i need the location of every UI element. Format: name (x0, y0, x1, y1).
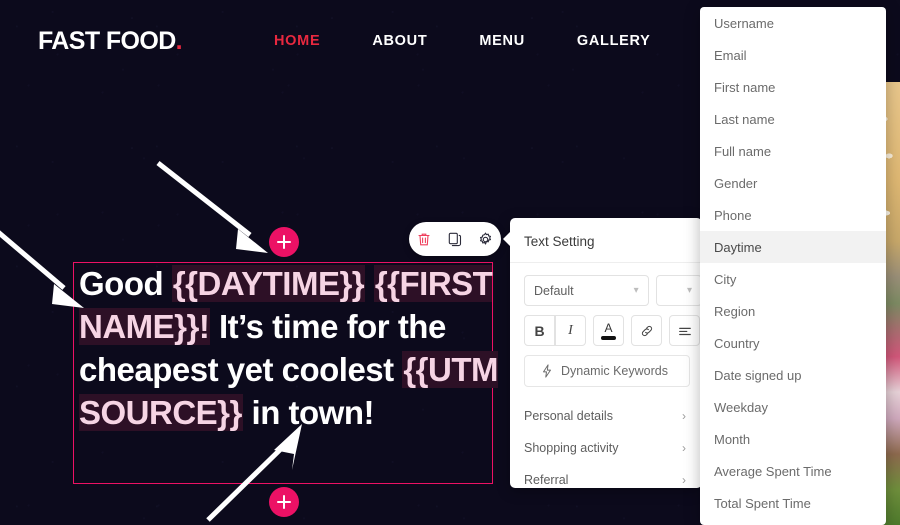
add-block-button-bottom[interactable] (269, 487, 299, 517)
nav-item-about[interactable]: ABOUT (372, 33, 427, 49)
text-setting-pointer (503, 231, 511, 247)
headline-text-run: in town! (242, 394, 375, 431)
selected-text-block[interactable]: Good {{DAYTIME}} {{FIRST NAME}}! It’s ti… (73, 262, 498, 484)
font-select-value: Default (534, 283, 574, 298)
delete-icon[interactable] (413, 228, 435, 250)
logo-text: FAST FOOD (38, 26, 176, 55)
keyword-menu-item[interactable]: Last name (700, 103, 886, 135)
add-block-button-top[interactable] (269, 227, 299, 257)
nav-item-gallery[interactable]: GALLERY (577, 33, 651, 49)
dynamic-keyword-token[interactable]: {{DAYTIME}} (171, 265, 366, 302)
keyword-menu-item[interactable]: Average Spent Time (700, 455, 886, 487)
keyword-menu-item[interactable]: Weekday (700, 391, 886, 423)
element-toolbar (409, 222, 501, 256)
website-preview-canvas: FAST FOOD. HOME ABOUT MENU GALLERY Good {{D… (0, 0, 900, 525)
site-logo[interactable]: FAST FOOD. (38, 26, 183, 56)
keyword-category-item[interactable]: Shopping activity › (524, 432, 702, 464)
text-color-button[interactable]: A (593, 315, 624, 346)
duplicate-icon[interactable] (444, 228, 466, 250)
keywords-flyout-menu: Username Email First name Last name Full nam… (700, 7, 886, 525)
font-size-select[interactable]: ▾ (655, 275, 702, 306)
pointer-arrow-top (156, 161, 268, 253)
italic-button[interactable]: I (555, 315, 586, 346)
chevron-down-icon: ▾ (686, 285, 692, 296)
dynamic-keywords-button[interactable]: Dynamic Keywords (524, 355, 690, 387)
nav-item-home[interactable]: HOME (274, 33, 320, 49)
keyword-menu-item[interactable]: Month (700, 423, 886, 455)
headline-text-run: Good (79, 265, 172, 302)
dynamic-keywords-label: Dynamic Keywords (561, 364, 668, 378)
link-button[interactable] (631, 315, 662, 346)
chevron-right-icon: › (682, 441, 686, 455)
keyword-menu-item[interactable]: Date signed up (700, 359, 886, 391)
lightning-bolt-icon (543, 364, 551, 378)
format-button-group: B I (524, 315, 586, 346)
keyword-menu-item[interactable]: Total Spent Time (700, 487, 886, 519)
keyword-menu-item[interactable]: Region (700, 295, 886, 327)
font-row: Default ▾ ▾ (524, 275, 702, 306)
keyword-category-list: Personal details › Shopping activity › Refer… (524, 400, 702, 488)
keyword-menu-item[interactable]: Phone (700, 199, 886, 231)
text-setting-title: Text Setting (510, 218, 702, 263)
settings-icon[interactable] (475, 228, 497, 250)
keyword-menu-item[interactable]: Full name (700, 135, 886, 167)
format-row: B I A (524, 315, 702, 346)
keyword-category-label: Referral (524, 473, 569, 487)
keyword-category-label: Shopping activity (524, 441, 619, 455)
headline-text[interactable]: Good {{DAYTIME}} {{FIRST NAME}}! It’s ti… (79, 262, 503, 434)
nav-item-menu[interactable]: MENU (479, 33, 525, 49)
keyword-menu-item[interactable]: Email (700, 39, 886, 71)
text-setting-panel: Text Setting Default ▾ ▾ B I A Dynamic K… (510, 218, 702, 488)
chevron-down-icon: ▾ (633, 285, 639, 296)
keyword-category-item[interactable]: Personal details › (524, 400, 702, 432)
site-nav: HOME ABOUT MENU GALLERY (274, 33, 703, 49)
keyword-menu-item[interactable]: Gender (700, 167, 886, 199)
headline-text-run (365, 265, 374, 302)
align-button[interactable] (669, 315, 700, 346)
keyword-category-item[interactable]: Referral › (524, 464, 702, 488)
keyword-menu-item[interactable]: City (700, 263, 886, 295)
keyword-menu-item[interactable]: Daytime (700, 231, 886, 263)
chevron-right-icon: › (682, 473, 686, 487)
bold-button[interactable]: B (524, 315, 555, 346)
keyword-category-label: Personal details (524, 409, 613, 423)
keyword-menu-item[interactable]: First name (700, 71, 886, 103)
chevron-right-icon: › (682, 409, 686, 423)
font-select[interactable]: Default ▾ (524, 275, 649, 306)
keyword-menu-item[interactable]: Country (700, 327, 886, 359)
keyword-menu-item[interactable]: Username (700, 7, 886, 39)
logo-dot: . (175, 26, 183, 55)
